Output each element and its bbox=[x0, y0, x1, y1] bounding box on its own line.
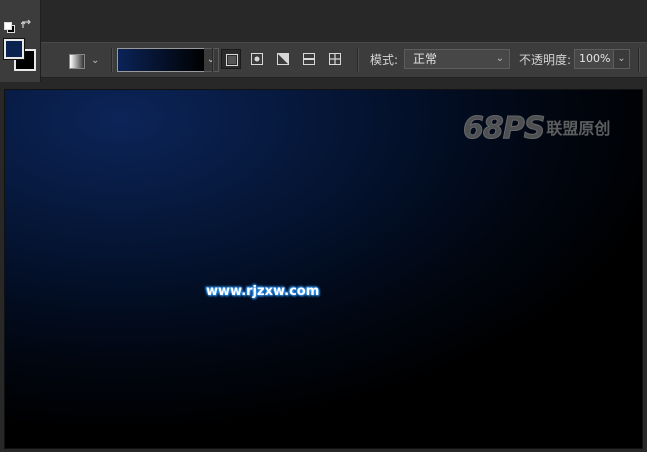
default-colors-icon[interactable] bbox=[4, 22, 15, 33]
divider bbox=[111, 48, 113, 72]
chevron-down-icon: ⌄ bbox=[495, 53, 504, 64]
mode-label: 模式: bbox=[370, 53, 399, 67]
linear-gradient-button[interactable] bbox=[221, 49, 241, 69]
tools-panel bbox=[0, 0, 41, 82]
gradient-preview[interactable] bbox=[117, 48, 206, 72]
divider bbox=[638, 48, 640, 72]
divider bbox=[212, 48, 214, 72]
tool-preset-picker[interactable]: ⌄ bbox=[66, 52, 106, 70]
blend-mode-value: 正常 bbox=[413, 52, 438, 66]
opacity-field[interactable]: 100% bbox=[574, 49, 614, 69]
divider bbox=[357, 48, 359, 72]
photoshop-window: ⌄ ⌄ 模式: 正常 ⌄ 不透明度: 100% ⌄ 68PS 联盟原创 www.… bbox=[0, 0, 647, 452]
diamond-gradient-icon bbox=[329, 53, 341, 65]
color-swatches bbox=[3, 38, 36, 71]
swap-colors-icon[interactable] bbox=[21, 19, 33, 31]
default-foreground-chip bbox=[4, 22, 12, 30]
radial-gradient-icon bbox=[251, 53, 263, 65]
document-canvas[interactable]: 68PS 联盟原创 www.rjzxw.com bbox=[4, 89, 643, 449]
blend-mode-select[interactable]: 正常 ⌄ bbox=[404, 49, 510, 69]
site-url-text: www.rjzxw.com bbox=[206, 284, 320, 299]
reflected-gradient-icon bbox=[303, 53, 315, 65]
diamond-gradient-button[interactable] bbox=[325, 49, 345, 69]
gradient-tool-icon bbox=[69, 54, 85, 69]
opacity-dropdown-button[interactable]: ⌄ bbox=[614, 49, 630, 69]
linear-gradient-icon bbox=[226, 54, 238, 66]
options-bar: ⌄ ⌄ 模式: 正常 ⌄ 不透明度: 100% ⌄ bbox=[41, 42, 647, 78]
foreground-color-swatch[interactable] bbox=[3, 38, 25, 60]
radial-gradient-button[interactable] bbox=[247, 49, 267, 69]
watermark-brand: 68PS bbox=[462, 111, 545, 146]
opacity-label: 不透明度: bbox=[519, 53, 572, 67]
watermark-logo: 68PS 联盟原创 bbox=[462, 111, 611, 146]
reflected-gradient-button[interactable] bbox=[299, 49, 319, 69]
angle-gradient-icon bbox=[277, 53, 289, 65]
angle-gradient-button[interactable] bbox=[273, 49, 293, 69]
chevron-down-icon: ⌄ bbox=[91, 55, 100, 66]
watermark-caption: 联盟原创 bbox=[546, 119, 611, 138]
